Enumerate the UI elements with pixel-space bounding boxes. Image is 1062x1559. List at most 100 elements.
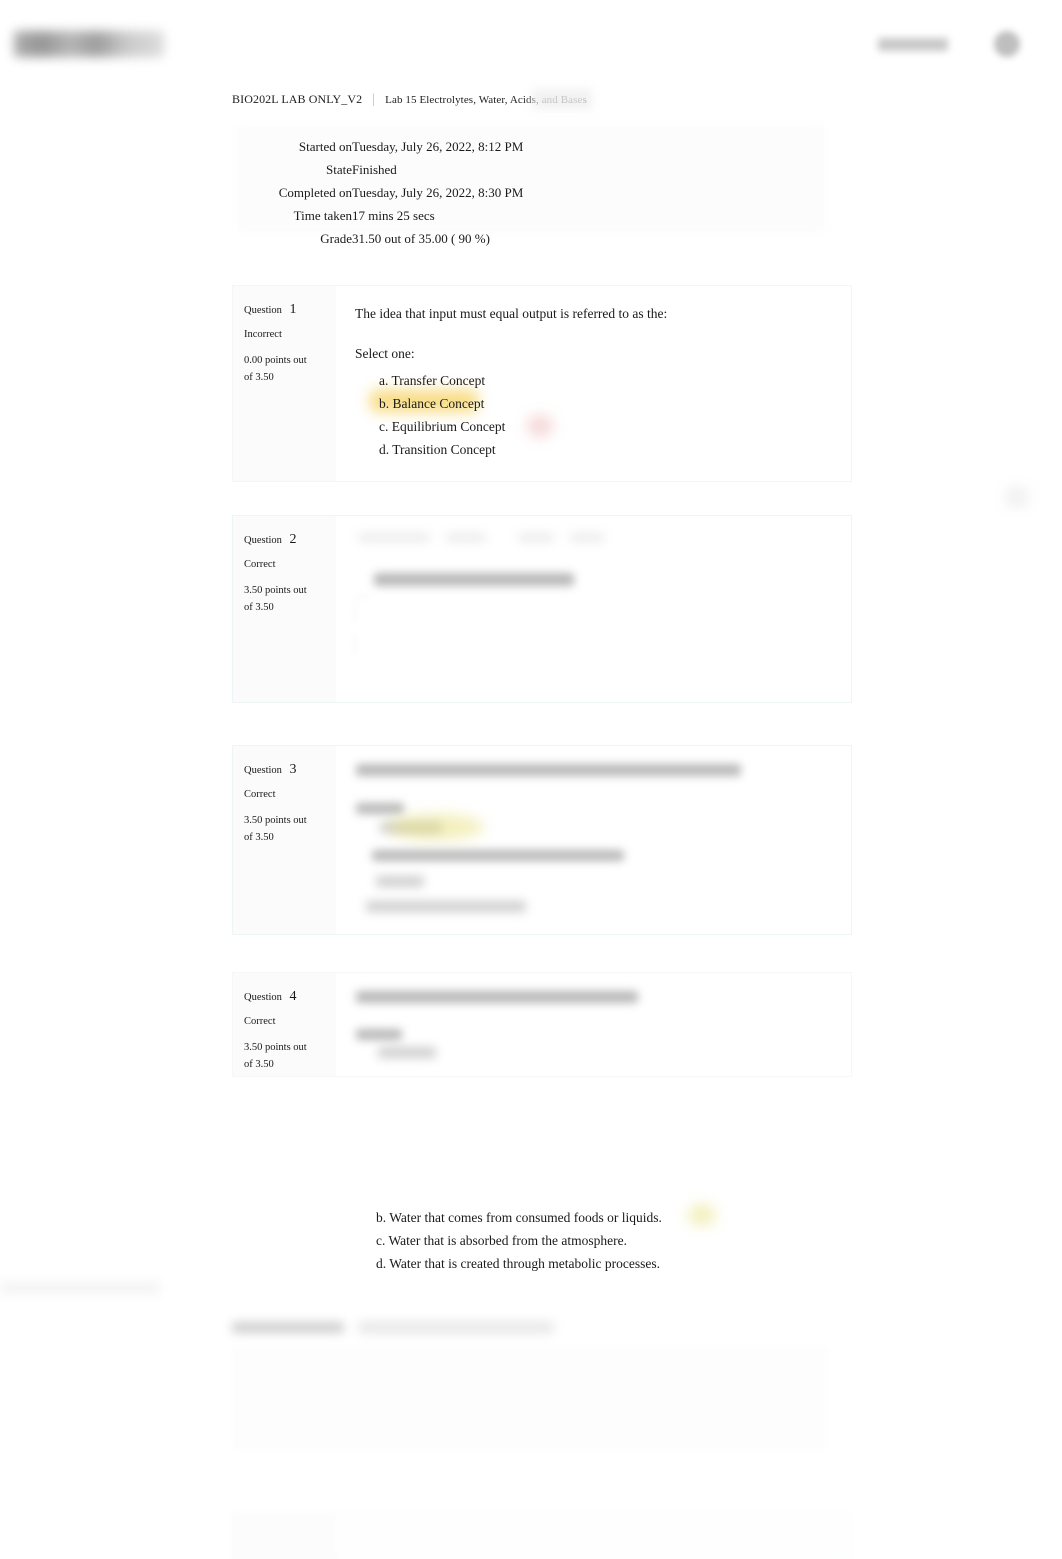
summary-value-state: Finished xyxy=(352,162,397,177)
question-state-4: Correct xyxy=(244,1016,276,1027)
table-row: Started on Tuesday, July 26, 2022, 8:12 … xyxy=(232,135,523,158)
redacted-question-text xyxy=(356,764,741,776)
question-number-row-1: Question 1 xyxy=(244,300,325,320)
summary-label-completed-on: Completed on xyxy=(278,185,352,200)
redacted-question-text xyxy=(356,991,638,1003)
summary-value-completed-on: Tuesday, July 26, 2022, 8:30 PM xyxy=(352,185,524,200)
answer-option-d-water[interactable]: d. Water that is created through metabol… xyxy=(376,1252,822,1275)
question-label-1: Question xyxy=(244,305,282,316)
summary-label-state: State xyxy=(326,162,352,177)
page-side-redaction xyxy=(1006,487,1028,507)
breadcrumb-separator: | xyxy=(372,91,376,107)
footer-question-card xyxy=(234,1348,826,1448)
redacted-text xyxy=(358,534,430,541)
question-body-2 xyxy=(336,516,851,702)
question-points-line2-3: of 3.50 xyxy=(244,832,274,843)
answer-label-c-water: c. Water that is absorbed from the atmos… xyxy=(376,1233,627,1248)
question-label-3: Question xyxy=(244,765,282,776)
question-points-line2-2: of 3.50 xyxy=(244,602,274,613)
question-body-4 xyxy=(336,973,851,1076)
summary-label-started-on: Started on xyxy=(298,139,352,154)
question-state-2: Correct xyxy=(244,559,276,570)
redacted-answer xyxy=(372,850,624,861)
question-number-row-2: Question 2 xyxy=(244,530,325,550)
answer-list-1: a. Transfer Concept b. Balance Concept c… xyxy=(355,369,835,461)
table-row: Completed on Tuesday, July 26, 2022, 8:3… xyxy=(232,181,524,204)
question-number-row-4: Question 4 xyxy=(244,987,325,1007)
answer-option-d-1[interactable]: d. Transition Concept xyxy=(379,438,835,461)
redacted-text xyxy=(446,534,486,541)
main-content: BIO202L LAB ONLY_V2 | Lab 15 Electrolyte… xyxy=(232,89,852,250)
next-question-info xyxy=(234,1515,335,1559)
header-account-link[interactable] xyxy=(878,37,948,51)
avatar[interactable] xyxy=(994,31,1020,57)
table-row: Grade 31.50 out of 35.00 ( 90 %) xyxy=(232,227,523,250)
question-info-4: Question 4 Correct 3.50 points out of 3.… xyxy=(233,973,336,1076)
table-row: State Finished xyxy=(232,158,523,181)
redacted-breadcrumb-course[interactable] xyxy=(232,1322,344,1333)
answer-option-b-1[interactable]: b. Balance Concept xyxy=(370,390,835,415)
question-number-1: 1 xyxy=(289,302,297,317)
redacted-breadcrumb-quiz[interactable] xyxy=(358,1322,554,1333)
question-number-4: 4 xyxy=(289,989,297,1004)
question-points-line1-3: 3.50 points out xyxy=(244,815,307,826)
answer-label-b-1: b. Balance Concept xyxy=(379,396,485,411)
answer-label-a-1: a. Transfer Concept xyxy=(379,373,486,388)
question-info-1: Question 1 Incorrect 0.00 points out of … xyxy=(233,286,336,481)
answer-label-d-water: d. Water that is created through metabol… xyxy=(376,1256,660,1271)
answer-list-water-question: b. Water that comes from consumed foods … xyxy=(352,1204,822,1275)
redacted-highlight xyxy=(388,814,484,840)
answer-option-b-water[interactable]: b. Water that comes from consumed foods … xyxy=(376,1204,822,1229)
question-points-1: 0.00 points out of 3.50 xyxy=(244,352,325,386)
summary-value-time-taken: 17 mins 25 secs xyxy=(352,208,435,223)
breadcrumb-redaction xyxy=(532,89,592,109)
site-logo[interactable] xyxy=(14,31,164,57)
redacted-text xyxy=(570,534,604,541)
question-info-3: Question 3 Correct 3.50 points out of 3.… xyxy=(233,746,336,934)
question-points-2: 3.50 points out of 3.50 xyxy=(244,582,325,616)
question-points-line2-1: of 3.50 xyxy=(244,372,274,383)
summary-label-time-taken: Time taken xyxy=(293,208,352,223)
incorrect-marker-icon xyxy=(527,415,553,437)
question-points-line1-1: 0.00 points out xyxy=(244,355,307,366)
question-body-1: The idea that input must equal output is… xyxy=(336,286,851,481)
select-one-label-1: Select one: xyxy=(355,346,415,361)
table-row: Time taken 17 mins 25 secs xyxy=(232,204,523,227)
question-info-2: Question 2 Correct 3.50 points out of 3.… xyxy=(233,516,336,702)
question-points-3: 3.50 points out of 3.50 xyxy=(244,812,325,846)
question-points-4: 3.50 points out of 3.50 xyxy=(244,1039,325,1073)
question-points-line1-4: 3.50 points out xyxy=(244,1042,307,1053)
question-state-1: Incorrect xyxy=(244,329,282,340)
question-label-2: Question xyxy=(244,535,282,546)
question-points-line1-2: 3.50 points out xyxy=(244,585,307,596)
quiz-review-page: BIO202L LAB ONLY_V2 | Lab 15 Electrolyte… xyxy=(0,0,1062,1559)
summary-value-grade: 31.50 out of 35.00 ( 90 %) xyxy=(352,231,490,246)
attempt-summary: Started on Tuesday, July 26, 2022, 8:12 … xyxy=(232,125,824,250)
redacted-select-one xyxy=(356,1029,402,1040)
summary-value-started-on: Tuesday, July 26, 2022, 8:12 PM xyxy=(352,139,524,154)
page-edge-redaction xyxy=(0,1282,160,1294)
question-block-3: Question 3 Correct 3.50 points out of 3.… xyxy=(232,745,852,935)
question-label-4: Question xyxy=(244,992,282,1003)
redacted-area xyxy=(354,596,774,676)
question-number-3: 3 xyxy=(289,762,297,777)
question-text-1: The idea that input must equal output is… xyxy=(355,306,668,321)
redacted-highlight xyxy=(688,1204,716,1226)
site-header xyxy=(0,0,1062,88)
breadcrumb: BIO202L LAB ONLY_V2 | Lab 15 Electrolyte… xyxy=(232,89,852,109)
answer-label-d-1: d. Transition Concept xyxy=(379,442,496,457)
redacted-answer xyxy=(366,901,526,912)
attempt-summary-table: Started on Tuesday, July 26, 2022, 8:12 … xyxy=(232,135,524,250)
answer-option-c-1[interactable]: c. Equilibrium Concept xyxy=(379,415,835,438)
question-state-3: Correct xyxy=(244,789,276,800)
header-right-group xyxy=(878,31,1020,57)
breadcrumb-course[interactable]: BIO202L LAB ONLY_V2 xyxy=(232,92,362,107)
question-block-2: Question 2 Correct 3.50 points out of 3.… xyxy=(232,515,852,703)
answer-option-a-1[interactable]: a. Transfer Concept xyxy=(379,369,835,392)
summary-label-grade: Grade xyxy=(320,231,352,246)
answer-option-c-water[interactable]: c. Water that is absorbed from the atmos… xyxy=(376,1229,822,1252)
question-block-1: Question 1 Incorrect 0.00 points out of … xyxy=(232,285,852,482)
redacted-select-one xyxy=(356,803,404,814)
question-body-3 xyxy=(336,746,851,934)
answer-label-c-1: c. Equilibrium Concept xyxy=(379,419,506,434)
